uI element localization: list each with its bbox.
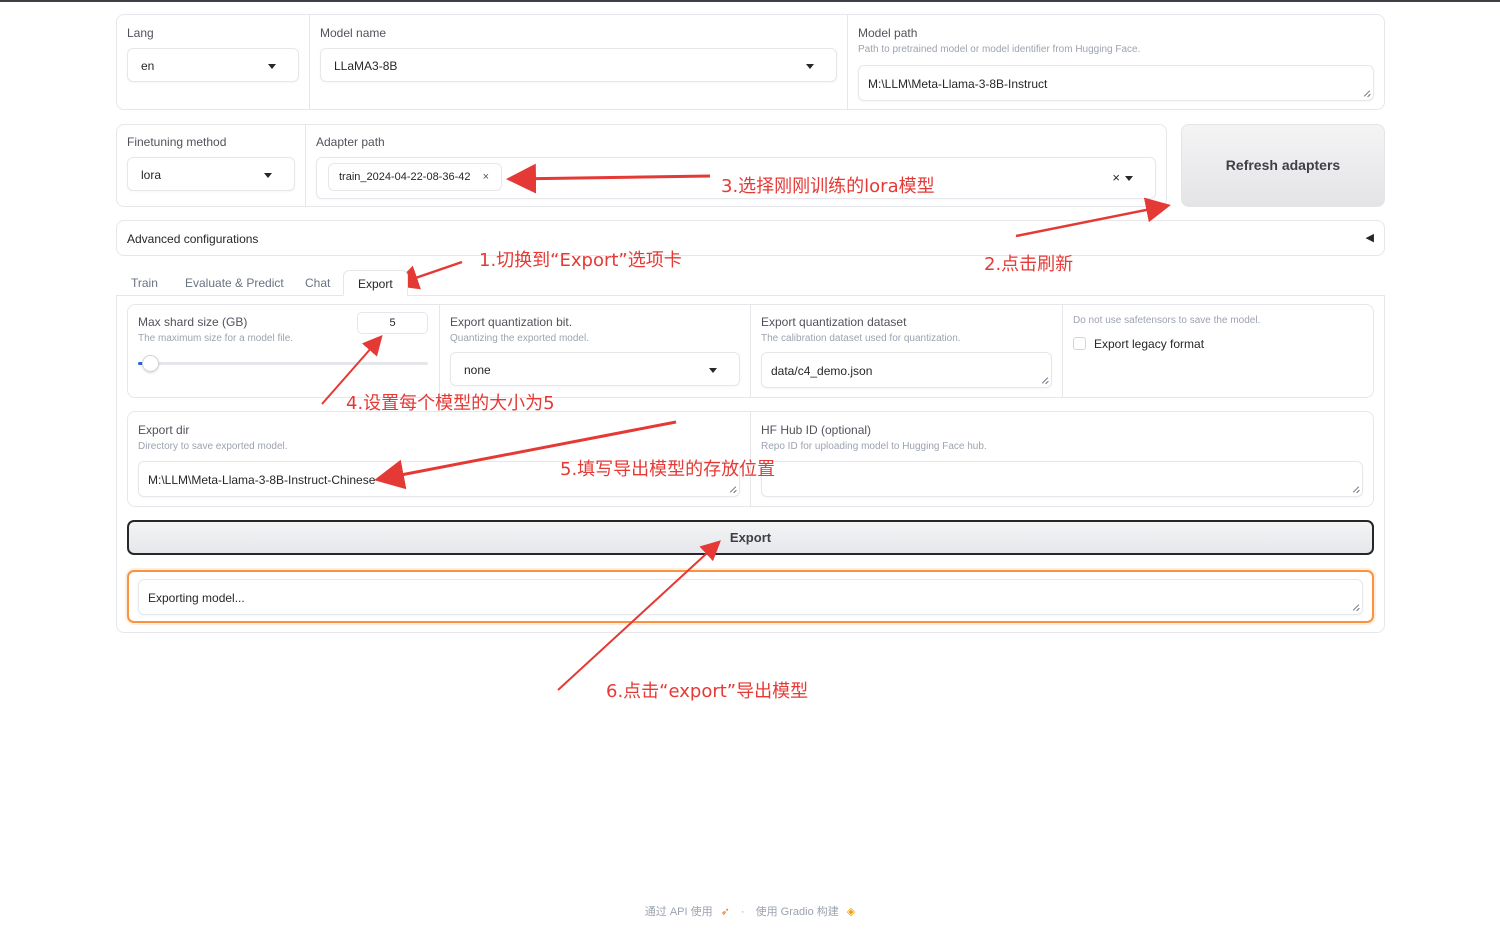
advanced-configurations-accordion[interactable]: Advanced configurations ◀ [116, 220, 1385, 256]
export-dir-info: Directory to save exported model. [138, 441, 288, 452]
tab-chat[interactable]: Chat [305, 270, 330, 296]
export-status-text: Exporting model... [148, 591, 245, 605]
divider [439, 305, 440, 397]
annotation-step-6: 6.点击“export”导出模型 [606, 681, 809, 702]
quant-bit-label: Export quantization bit. [450, 315, 573, 329]
model-path-input[interactable]: M:\LLM\Meta-Llama-3-8B-Instruct [858, 65, 1374, 101]
lang-value: en [141, 59, 155, 73]
finetuning-method-value: lora [141, 168, 162, 182]
chevron-down-icon [1125, 176, 1133, 181]
quant-dataset-value: data/c4_demo.json [771, 364, 873, 378]
model-name-dropdown[interactable]: LLaMA3-8B [320, 48, 837, 82]
adapter-path-label: Adapter path [316, 135, 385, 149]
finetuning-method-dropdown[interactable]: lora [127, 157, 295, 191]
legacy-format-info: Do not use safetensors to save the model… [1073, 315, 1261, 326]
quant-dataset-input[interactable]: data/c4_demo.json [761, 352, 1052, 388]
divider [847, 15, 848, 109]
adapter-chip-label: train_2024-04-22-08-36-42 [339, 171, 471, 183]
quant-bit-dropdown[interactable]: none [450, 352, 740, 386]
quant-bit-info: Quantizing the exported model. [450, 333, 589, 344]
tab-train[interactable]: Train [131, 270, 158, 296]
advanced-configurations-label: Advanced configurations [127, 232, 259, 246]
export-status-output: Exporting model... [138, 579, 1363, 615]
export-dir-value: M:\LLM\Meta-Llama-3-8B-Instruct-Chinese [148, 473, 376, 487]
model-name-value: LLaMA3-8B [334, 59, 398, 73]
resize-handle-icon[interactable] [729, 486, 736, 493]
model-path-info: Path to pretrained model or model identi… [858, 44, 1141, 55]
resize-handle-icon[interactable] [1041, 377, 1048, 384]
divider [1062, 305, 1063, 397]
footer-separator: · [740, 906, 745, 918]
max-shard-number-input[interactable]: 5 [357, 312, 428, 334]
hub-id-label: HF Hub ID (optional) [761, 423, 872, 437]
resize-handle-icon[interactable] [1363, 90, 1370, 97]
chip-remove-icon[interactable]: × [483, 164, 489, 190]
resize-handle-icon[interactable] [1352, 486, 1359, 493]
model-name-label: Model name [320, 26, 387, 40]
export-button[interactable]: Export [127, 520, 1374, 555]
max-shard-slider[interactable] [138, 362, 428, 365]
collapse-triangle-icon[interactable]: ◀ [1366, 231, 1374, 244]
divider [305, 125, 306, 206]
model-path-label: Model path [858, 26, 918, 40]
footer: 通过 API 使用 ➶ · 使用 Gradio 构建 ◈ [0, 903, 1500, 919]
lang-dropdown[interactable]: en [127, 48, 299, 82]
chevron-down-icon [268, 64, 276, 69]
annotation-step-5: 5.填写导出模型的存放位置 [560, 459, 776, 480]
annotation-step-4: 4.设置每个模型的大小为5 [346, 393, 555, 414]
export-dir-label: Export dir [138, 423, 190, 437]
annotation-step-1: 1.切换到“Export”选项卡 [479, 250, 682, 271]
chevron-down-icon [806, 64, 814, 69]
lang-label: Lang [127, 26, 154, 40]
chevron-down-icon [709, 368, 717, 373]
chevron-down-icon [264, 173, 272, 178]
divider [750, 305, 751, 397]
quant-dataset-label: Export quantization dataset [761, 315, 907, 329]
clear-selection-icon[interactable]: × [1112, 170, 1120, 185]
resize-handle-icon[interactable] [1352, 604, 1359, 611]
hub-id-input[interactable] [761, 461, 1363, 497]
export-legacy-label[interactable]: Export legacy format [1094, 337, 1204, 351]
gradio-logo-icon: ◈ [846, 906, 856, 918]
hub-id-info: Repo ID for uploading model to Hugging F… [761, 441, 987, 452]
tab-export[interactable]: Export [343, 270, 408, 296]
divider [309, 15, 310, 109]
quant-dataset-info: The calibration dataset used for quantiz… [761, 333, 961, 344]
max-shard-label: Max shard size (GB) [138, 315, 248, 329]
quant-bit-value: none [464, 363, 491, 377]
built-with-gradio-link[interactable]: 使用 Gradio 构建 [756, 906, 839, 918]
model-path-value: M:\LLM\Meta-Llama-3-8B-Instruct [868, 77, 1048, 91]
export-status-box: Exporting model... [127, 570, 1374, 623]
tab-evaluate-predict[interactable]: Evaluate & Predict [185, 270, 284, 296]
rocket-icon: ➶ [720, 906, 730, 918]
slider-handle[interactable] [141, 355, 159, 372]
max-shard-info: The maximum size for a model file. [138, 333, 294, 344]
export-legacy-checkbox[interactable] [1073, 337, 1086, 350]
adapter-chip[interactable]: train_2024-04-22-08-36-42 × [328, 163, 502, 191]
annotation-step-2: 2.点击刷新 [984, 254, 1074, 275]
use-via-api-link[interactable]: 通过 API 使用 [645, 906, 713, 918]
finetuning-method-label: Finetuning method [127, 135, 227, 149]
window-top-border [0, 0, 1500, 2]
annotation-step-3: 3.选择刚刚训练的lora模型 [721, 176, 935, 197]
refresh-adapters-button[interactable]: Refresh adapters [1181, 124, 1385, 207]
